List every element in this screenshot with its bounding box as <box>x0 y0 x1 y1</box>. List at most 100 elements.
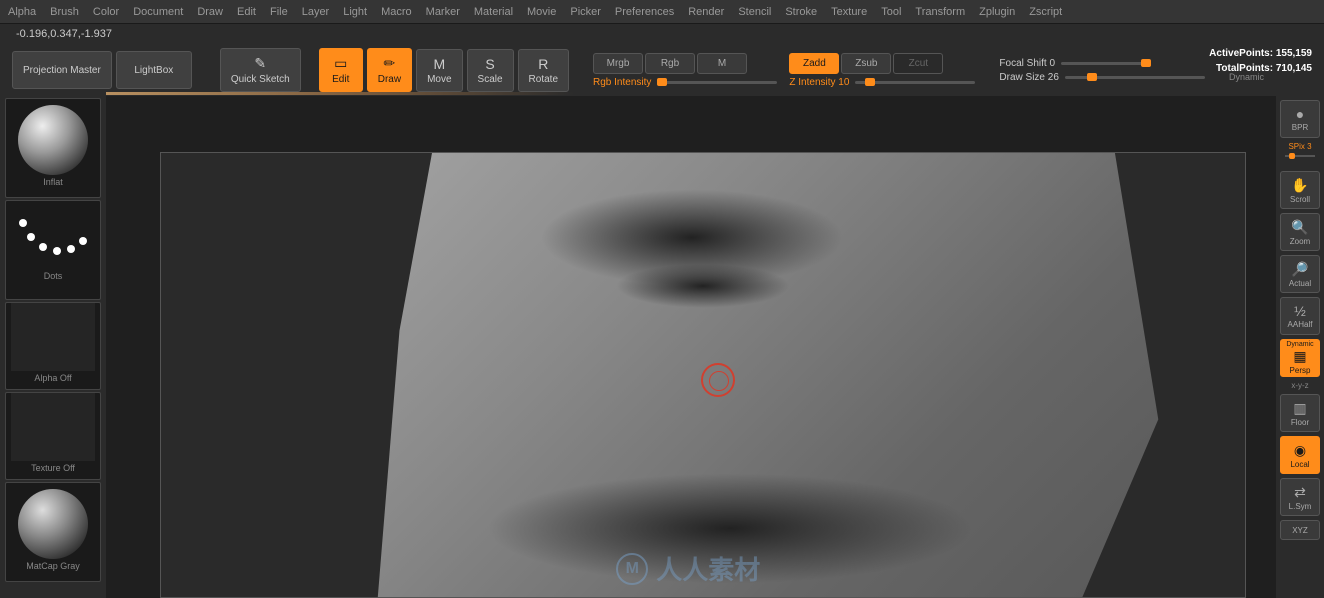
rgb-button[interactable]: Rgb <box>645 53 695 74</box>
menu-file[interactable]: File <box>270 6 288 18</box>
scale-icon: S <box>485 56 494 72</box>
sphere-icon: ● <box>1296 106 1304 122</box>
menu-marker[interactable]: Marker <box>426 6 460 18</box>
material-thumb[interactable]: MatCap Gray <box>5 482 101 582</box>
viewport[interactable]: M 人人素材 <box>160 152 1246 598</box>
active-points-label: ActivePoints: <box>1209 48 1273 59</box>
menu-tool[interactable]: Tool <box>881 6 901 18</box>
floor-label: Floor <box>1291 418 1309 427</box>
scroll-button[interactable]: ✋Scroll <box>1280 171 1320 209</box>
quicksketch-label: Quick Sketch <box>231 74 290 85</box>
bpr-button[interactable]: ●BPR <box>1280 100 1320 138</box>
texture-off-label: Texture Off <box>29 461 77 475</box>
stats-panel: ActivePoints: 155,159 TotalPoints: 710,1… <box>1209 48 1312 74</box>
bpr-label: BPR <box>1292 123 1308 132</box>
menu-stroke[interactable]: Stroke <box>785 6 817 18</box>
stroke-thumb-dots[interactable]: Dots <box>5 200 101 300</box>
move-icon: M <box>433 56 445 72</box>
watermark-icon: M <box>616 553 648 585</box>
cursor-coordinates: -0.196,0.347,-1.937 <box>0 24 1324 44</box>
menu-alpha[interactable]: Alpha <box>8 6 36 18</box>
focal-shift-slider[interactable] <box>1061 62 1151 65</box>
menu-zscript[interactable]: Zscript <box>1029 6 1062 18</box>
menu-color[interactable]: Color <box>93 6 119 18</box>
draw-label: Draw <box>378 74 401 85</box>
rotate-label: Rotate <box>529 74 558 85</box>
spix-label: SPix 3 <box>1288 142 1311 151</box>
zoom-button[interactable]: 🔍Zoom <box>1280 213 1320 251</box>
dots-icon <box>11 201 95 269</box>
move-button[interactable]: M Move <box>416 49 462 92</box>
menu-zplugin[interactable]: Zplugin <box>979 6 1015 18</box>
edit-label: Edit <box>332 74 349 85</box>
rgb-intensity-slider[interactable] <box>657 81 777 84</box>
menu-stencil[interactable]: Stencil <box>738 6 771 18</box>
empty-icon <box>11 303 95 371</box>
gradient-strip <box>106 92 1276 95</box>
aahalf-button[interactable]: ½AAHalf <box>1280 297 1320 335</box>
sphere-icon <box>18 489 88 559</box>
active-points-value: 155,159 <box>1276 48 1312 59</box>
xyz2-label: XYZ <box>1292 526 1308 535</box>
alpha-thumb[interactable]: Alpha Off <box>5 302 101 390</box>
scale-button[interactable]: S Scale <box>467 49 514 92</box>
menu-transform[interactable]: Transform <box>915 6 965 18</box>
actual-button[interactable]: 🔎Actual <box>1280 255 1320 293</box>
menu-draw[interactable]: Draw <box>197 6 223 18</box>
persp-button[interactable]: Dynamic▦Persp <box>1280 339 1320 377</box>
local-icon: ◉ <box>1294 442 1306 459</box>
menu-texture[interactable]: Texture <box>831 6 867 18</box>
brush-thumb-inflat[interactable]: Inflat <box>5 98 101 198</box>
menu-preferences[interactable]: Preferences <box>615 6 674 18</box>
m-button[interactable]: M <box>697 53 747 74</box>
rgb-intensity-label: Rgb Intensity <box>593 77 651 88</box>
hand-icon: ✋ <box>1291 177 1308 194</box>
draw-size-label: Draw Size 26 <box>999 72 1058 83</box>
local-label: Local <box>1290 460 1309 469</box>
left-sidebar: Inflat Dots Alpha Off Texture Off MatCap… <box>0 96 106 584</box>
sphere-icon <box>18 105 88 175</box>
local-button[interactable]: ◉Local <box>1280 436 1320 474</box>
lsym-button[interactable]: ⇄L.Sym <box>1280 478 1320 516</box>
menu-render[interactable]: Render <box>688 6 724 18</box>
draw-size-slider[interactable] <box>1065 76 1205 79</box>
texture-thumb[interactable]: Texture Off <box>5 392 101 480</box>
menu-light[interactable]: Light <box>343 6 367 18</box>
z-intensity-slider[interactable] <box>855 81 975 84</box>
lightbox-button[interactable]: LightBox <box>116 51 192 89</box>
zadd-button[interactable]: Zadd <box>789 53 839 74</box>
projection-master-button[interactable]: Projection Master <box>12 51 112 89</box>
rotate-icon: R <box>538 56 548 72</box>
rotate-button[interactable]: R Rotate <box>518 49 569 92</box>
floor-icon: ▥ <box>1293 400 1306 417</box>
menu-document[interactable]: Document <box>133 6 183 18</box>
draw-button[interactable]: ✏ Draw <box>367 48 412 92</box>
matcap-label: MatCap Gray <box>24 559 82 573</box>
z-intensity-label: Z Intensity 10 <box>789 77 849 88</box>
grid-icon: ▦ <box>1293 348 1306 365</box>
focal-shift-label: Focal Shift 0 <box>999 58 1055 69</box>
menu-picker[interactable]: Picker <box>570 6 601 18</box>
menu-movie[interactable]: Movie <box>527 6 556 18</box>
menu-layer[interactable]: Layer <box>302 6 330 18</box>
mrgb-button[interactable]: Mrgb <box>593 53 643 74</box>
floor-button[interactable]: ▥Floor <box>1280 394 1320 432</box>
alpha-off-label: Alpha Off <box>32 371 73 385</box>
menu-material[interactable]: Material <box>474 6 513 18</box>
xyz-button[interactable]: XYZ <box>1280 520 1320 540</box>
zcut-button[interactable]: Zcut <box>893 53 943 74</box>
right-sidebar: ●BPR SPix 3 ✋Scroll 🔍Zoom 🔎Actual ½AAHal… <box>1276 96 1324 544</box>
zsub-button[interactable]: Zsub <box>841 53 891 74</box>
watermark-text: 人人素材 <box>656 550 760 587</box>
canvas-area: M 人人素材 <box>106 96 1276 598</box>
menu-edit[interactable]: Edit <box>237 6 256 18</box>
total-points-value: 710,145 <box>1276 63 1312 74</box>
watermark: M 人人素材 <box>616 550 760 587</box>
edit-button[interactable]: ▭ Edit <box>319 48 363 92</box>
quicksketch-button[interactable]: ✎ Quick Sketch <box>220 48 301 92</box>
menu-brush[interactable]: Brush <box>50 6 79 18</box>
dots-label: Dots <box>42 269 65 283</box>
persp-label: Persp <box>1290 366 1311 375</box>
scale-label: Scale <box>478 74 503 85</box>
menu-macro[interactable]: Macro <box>381 6 412 18</box>
